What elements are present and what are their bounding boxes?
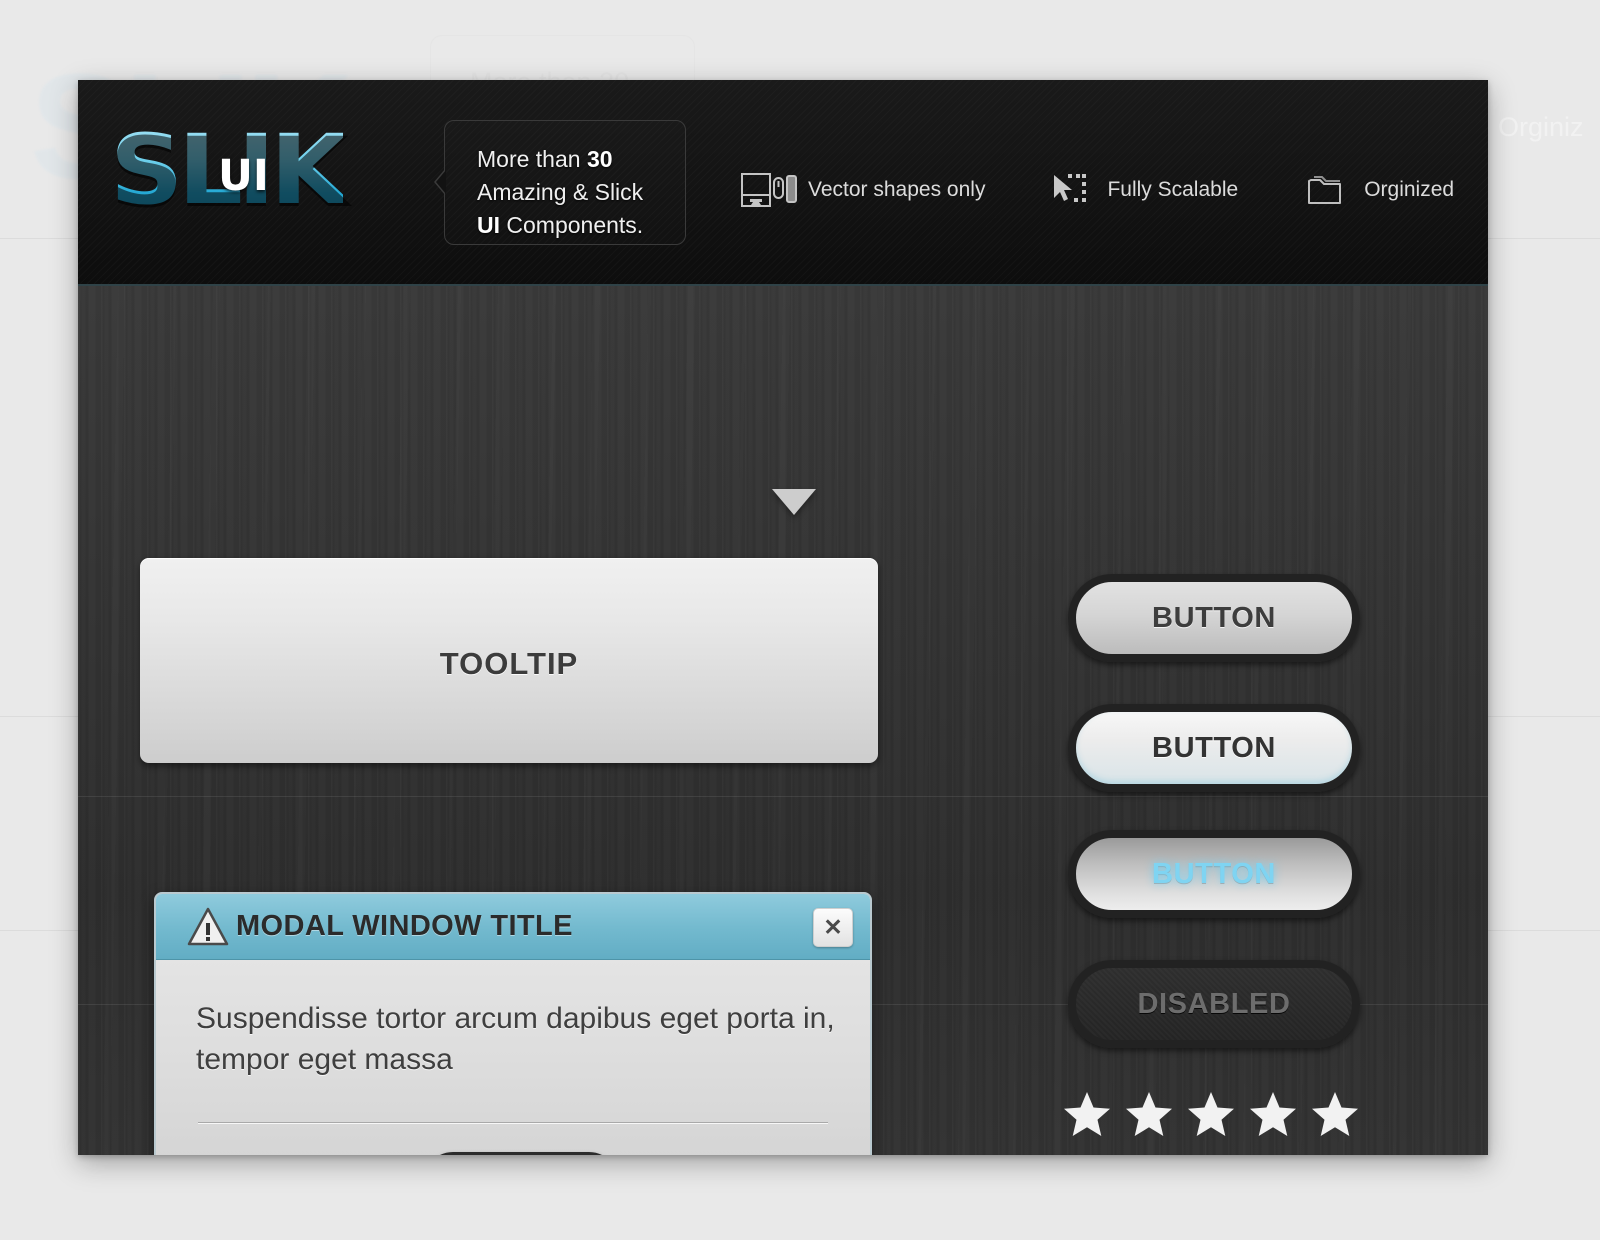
feature-label-scalable: Fully Scalable bbox=[1107, 178, 1239, 201]
feature-vector-shapes: Vector shapes only bbox=[738, 166, 985, 214]
star-icon[interactable] bbox=[1125, 1091, 1173, 1137]
header-callout-text: More than 30 Amazing & Slick UI Componen… bbox=[477, 143, 643, 242]
button-hover[interactable]: BUTTON bbox=[1068, 704, 1360, 792]
tooltip-label: TOOLTIP bbox=[439, 646, 579, 681]
callout-count: 30 bbox=[586, 146, 613, 172]
tooltip-component[interactable]: TOOLTIP bbox=[140, 558, 878, 763]
star-icon[interactable] bbox=[1063, 1091, 1111, 1137]
header-features: Vector shapes only Fully Scalable Orgini… bbox=[738, 166, 1454, 214]
modal-divider bbox=[198, 1122, 828, 1123]
feature-label-vector: Vector shapes only bbox=[808, 178, 986, 201]
logo-ui-badge: UI bbox=[218, 151, 269, 201]
ghost-orginized-label: Orginiz bbox=[1498, 112, 1584, 142]
modal-title: MODAL WINDOW TITLE bbox=[236, 910, 573, 942]
ok-button[interactable]: OK bbox=[424, 1152, 618, 1155]
close-icon[interactable]: ✕ bbox=[813, 908, 853, 947]
header-bar: SLIK UI More than 30 Amazing & Slick UI … bbox=[78, 80, 1488, 286]
folder-icon bbox=[1294, 168, 1356, 212]
feature-fully-scalable: Fully Scalable bbox=[1037, 166, 1238, 214]
feature-orginized: Orginized bbox=[1294, 166, 1454, 214]
scalable-cursor-icon bbox=[1037, 168, 1099, 212]
header-callout-bubble: More than 30 Amazing & Slick UI Componen… bbox=[434, 120, 686, 245]
feature-label-orginized: Orginized bbox=[1364, 178, 1455, 201]
callout-line3-rest: Components. bbox=[500, 212, 644, 238]
devices-icon bbox=[738, 168, 800, 212]
callout-line3-bold: UI bbox=[477, 212, 500, 238]
ui-showcase-panel: SLIK UI More than 30 Amazing & Slick UI … bbox=[78, 80, 1488, 1155]
star-icon[interactable] bbox=[1311, 1091, 1359, 1137]
modal-titlebar: MODAL WINDOW TITLE ✕ bbox=[156, 894, 870, 960]
modal-window[interactable]: MODAL WINDOW TITLE ✕ Suspendisse tortor … bbox=[154, 892, 872, 1155]
button-disabled: DISABLED bbox=[1068, 960, 1360, 1048]
body-divider bbox=[78, 796, 1488, 797]
button-normal[interactable]: BUTTON bbox=[1068, 574, 1360, 662]
modal-body-text: Suspendisse tortor arcum dapibus eget po… bbox=[196, 1002, 835, 1076]
callout-line1-prefix: More than bbox=[477, 146, 587, 172]
warning-triangle-icon bbox=[186, 906, 230, 948]
showcase-body: TOOLTIP MODAL WINDOW TITLE ✕ Suspendisse… bbox=[78, 286, 1488, 1155]
tooltip-pointer bbox=[772, 489, 816, 515]
rating-empty[interactable] bbox=[1063, 1091, 1359, 1137]
app-logo: SLIK UI bbox=[110, 118, 410, 226]
callout-line2: Amazing & Slick bbox=[477, 179, 644, 205]
star-icon[interactable] bbox=[1187, 1091, 1235, 1137]
star-icon[interactable] bbox=[1249, 1091, 1297, 1137]
button-active[interactable]: BUTTON bbox=[1068, 830, 1360, 918]
